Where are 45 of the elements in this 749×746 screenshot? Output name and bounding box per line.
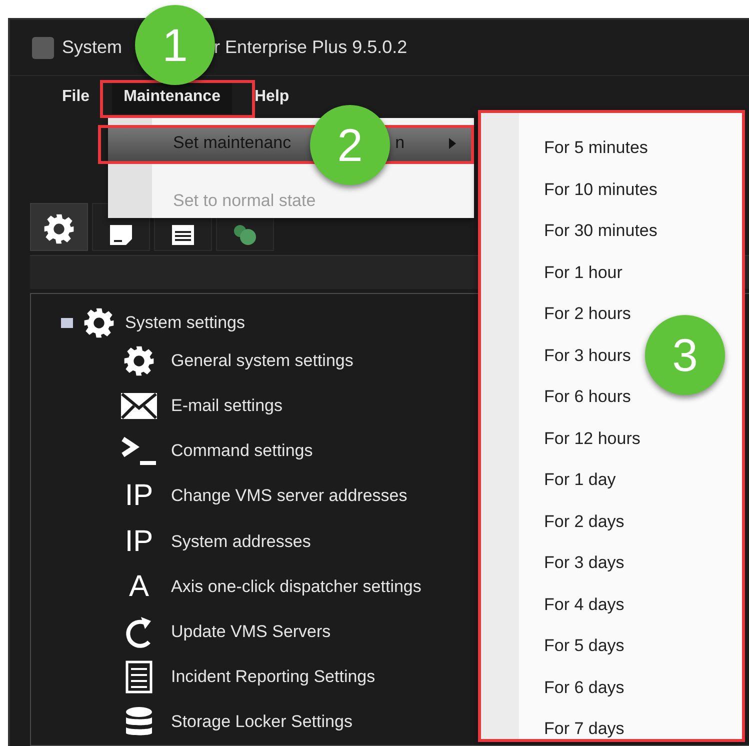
tree-item[interactable]: Axis one-click dispatcher settings	[171, 576, 422, 597]
submenu-option[interactable]: For 4 days	[544, 588, 624, 622]
submenu-option[interactable]: For 1 hour	[544, 256, 622, 290]
app-icon	[32, 36, 54, 59]
gear-icon	[43, 212, 75, 245]
submenu-option[interactable]: For 7 days	[544, 712, 624, 746]
tree-item[interactable]: General system settings	[171, 350, 354, 371]
list-icon	[172, 224, 194, 245]
tree-item[interactable]: Change VMS server addresses	[171, 486, 408, 506]
submenu-option[interactable]: For 5 minutes	[544, 131, 648, 165]
collapse-toggle[interactable]	[61, 318, 73, 328]
submenu-option[interactable]: For 6 hours	[544, 380, 631, 414]
submenu-option[interactable]: For 6 days	[544, 670, 624, 704]
gear-icon	[123, 344, 155, 377]
submenu-option[interactable]: For 10 minutes	[544, 172, 658, 206]
submenu-option[interactable]: For 5 days	[544, 629, 624, 663]
people-icon	[234, 224, 256, 245]
submenu-option[interactable]: For 30 minutes	[544, 214, 658, 248]
tree-item[interactable]: System settings	[125, 313, 245, 334]
submenu-option[interactable]: For 12 hours	[544, 422, 640, 456]
window-title: System	[62, 37, 122, 58]
terminal-icon	[120, 436, 158, 466]
tree-item[interactable]: System addresses	[171, 532, 311, 552]
tree-item[interactable]: Update VMS Servers	[171, 622, 331, 642]
menu-item[interactable]: File	[50, 80, 102, 114]
glyph-icon: A	[128, 572, 149, 602]
submenu-option[interactable]: For 2 days	[544, 504, 624, 538]
submenu-option[interactable]: For 1 day	[544, 463, 616, 497]
tree-item[interactable]: E-mail settings	[171, 396, 282, 416]
tree-item[interactable]: Storage Locker Settings	[171, 712, 352, 732]
menu-item[interactable]: Maintenance	[112, 80, 232, 114]
toolbar-tab[interactable]	[30, 202, 88, 251]
envelope-icon	[120, 392, 158, 420]
submenu-option[interactable]: For 3 hours	[544, 338, 631, 372]
submenu-option[interactable]: For 3 days	[544, 546, 624, 580]
glyph-icon: IP	[124, 481, 154, 512]
gear-icon	[83, 307, 115, 340]
document-icon	[110, 224, 132, 245]
tree-item[interactable]: Command settings	[171, 441, 313, 462]
window-title: r Enterprise Plus 9.5.0.2	[214, 37, 408, 58]
submenu-option[interactable]: For 2 hours	[544, 297, 631, 331]
tree-item[interactable]: Incident Reporting Settings	[171, 667, 376, 688]
glyph-icon: IP	[124, 526, 154, 557]
menu-item[interactable]: Help	[242, 80, 302, 114]
list-icon	[125, 660, 153, 694]
